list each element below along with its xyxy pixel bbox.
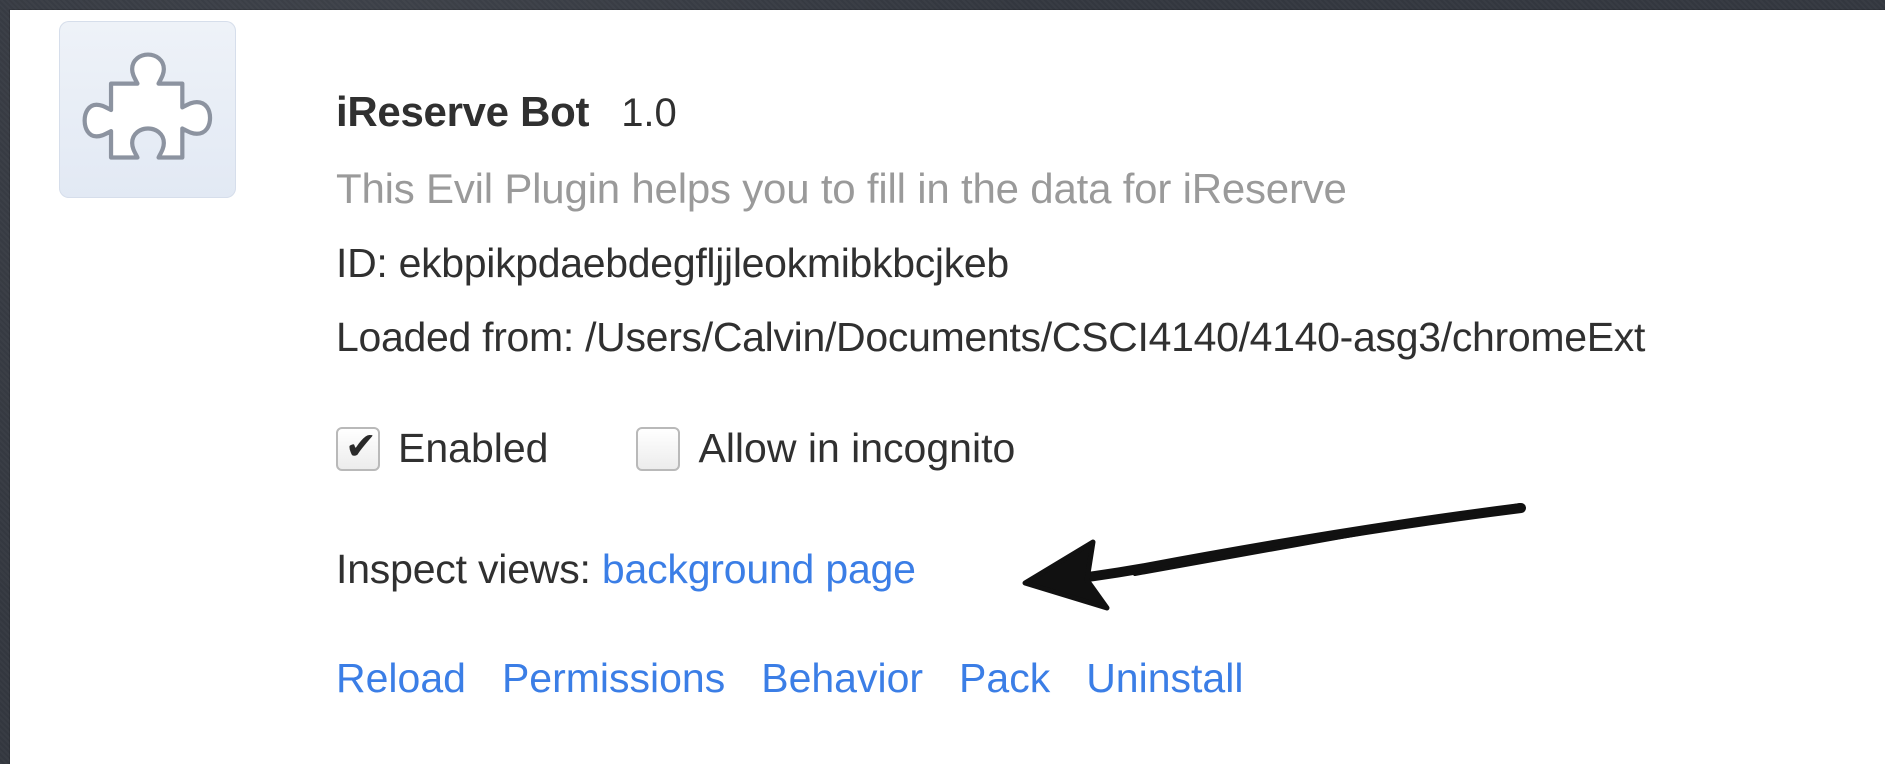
incognito-checkbox[interactable] (636, 426, 681, 471)
extension-version: 1.0 (621, 91, 677, 135)
extension-name: iReserve Bot (336, 88, 590, 135)
extension-toggles: ✔ Enabled Allow in incognito (336, 425, 1103, 472)
extension-title-row: iReserve Bot 1.0 (336, 88, 677, 136)
pack-link[interactable]: Pack (959, 655, 1050, 702)
enabled-checkbox[interactable]: ✔ (336, 425, 380, 471)
permissions-link[interactable]: Permissions (502, 655, 725, 702)
reload-link[interactable]: Reload (336, 655, 466, 702)
extension-description: This Evil Plugin helps you to fill in th… (336, 165, 1347, 212)
checkmark-icon: ✔ (345, 425, 377, 468)
uninstall-link[interactable]: Uninstall (1086, 655, 1243, 702)
inspect-views-label: Inspect views: (336, 546, 602, 592)
enabled-label: Enabled (398, 425, 549, 471)
extension-id: ID: ekbpikpdaebdegfljjleokmibkbcjkeb (336, 240, 1009, 286)
inspect-views: Inspect views: background page (336, 546, 916, 593)
extension-loaded-from: Loaded from: /Users/Calvin/Documents/CSC… (336, 314, 1646, 360)
extension-actions: Reload Permissions Behavior Pack Uninsta… (336, 655, 1279, 702)
behavior-link[interactable]: Behavior (761, 655, 923, 702)
incognito-label: Allow in incognito (698, 425, 1016, 471)
incognito-toggle[interactable]: Allow in incognito (636, 425, 1015, 472)
enabled-toggle[interactable]: ✔ Enabled (336, 425, 548, 472)
puzzle-piece-icon (59, 21, 236, 198)
annotation-arrow-icon (1022, 503, 1526, 611)
background-page-link[interactable]: background page (602, 546, 916, 592)
extension-card: iReserve Bot 1.0 This Evil Plugin helps … (10, 10, 1885, 764)
